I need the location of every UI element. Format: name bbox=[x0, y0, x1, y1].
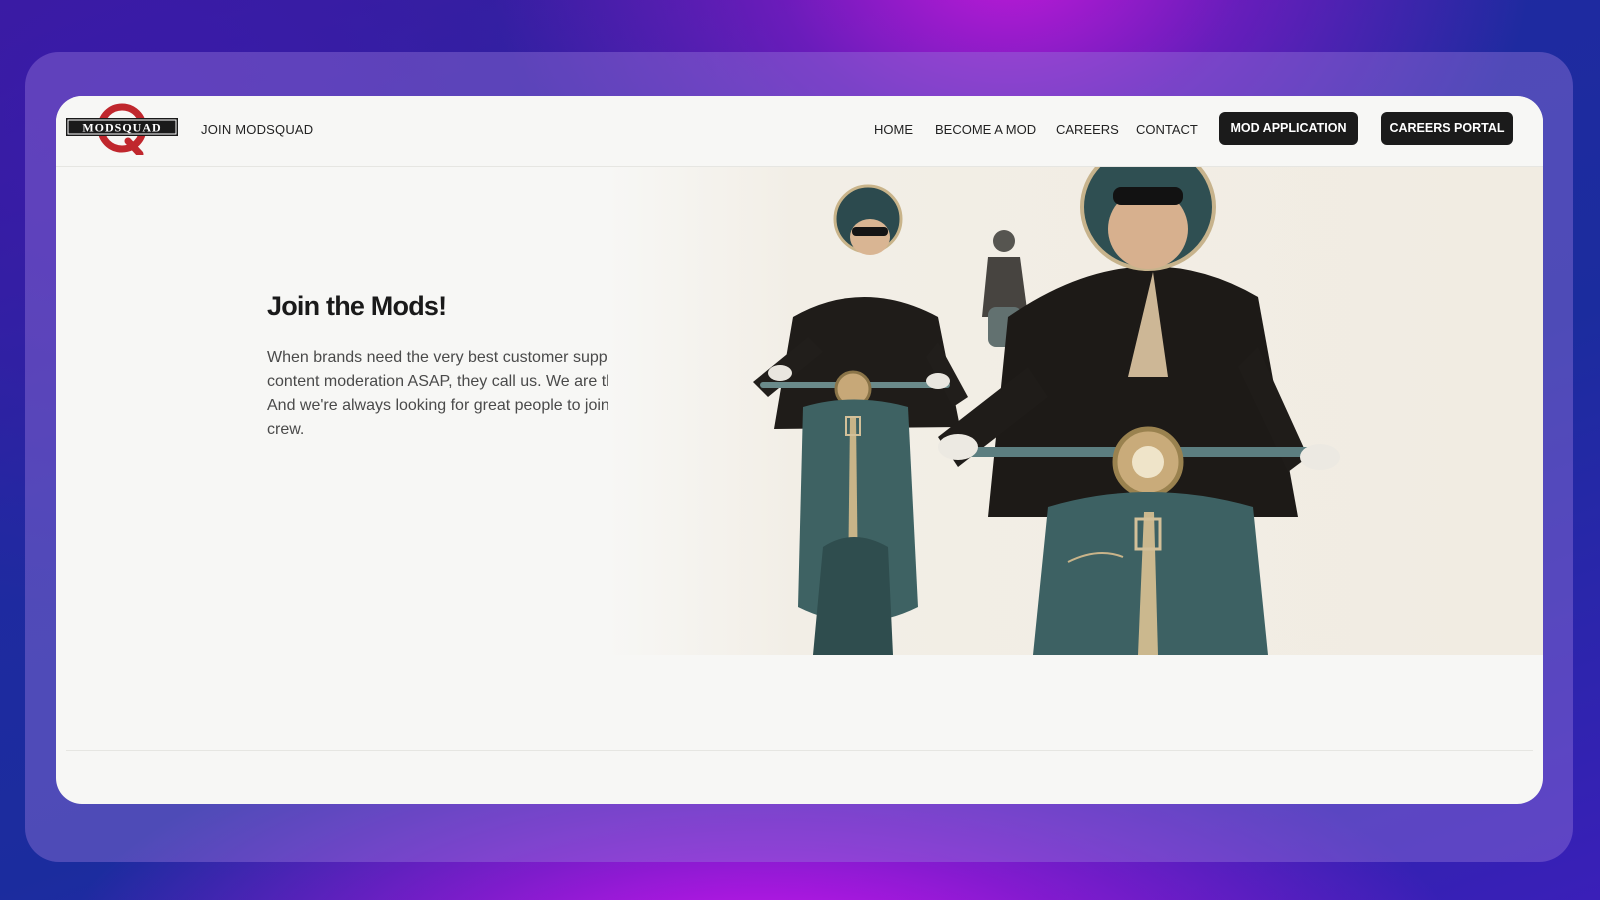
nav-careers[interactable]: CAREERS bbox=[1056, 122, 1119, 137]
nav-home[interactable]: HOME bbox=[874, 122, 913, 137]
logo-text: MODSQUAD bbox=[82, 121, 161, 135]
nav-contact[interactable]: CONTACT bbox=[1136, 122, 1198, 137]
hero-image-scooter-riders bbox=[608, 167, 1543, 655]
careers-portal-button[interactable]: CAREERS PORTAL bbox=[1381, 112, 1513, 145]
browser-window: MODSQUAD JOIN MODSQUAD HOME BECOME A MOD… bbox=[56, 96, 1543, 804]
navbar: MODSQUAD JOIN MODSQUAD HOME BECOME A MOD… bbox=[56, 96, 1543, 167]
nav-become-a-mod[interactable]: BECOME A MOD bbox=[935, 122, 1036, 137]
mod-application-button[interactable]: MOD APPLICATION bbox=[1219, 112, 1358, 145]
join-modsquad-link[interactable]: JOIN MODSQUAD bbox=[201, 122, 313, 137]
modsquad-logo[interactable]: MODSQUAD bbox=[66, 101, 178, 158]
footer-divider bbox=[66, 750, 1533, 751]
